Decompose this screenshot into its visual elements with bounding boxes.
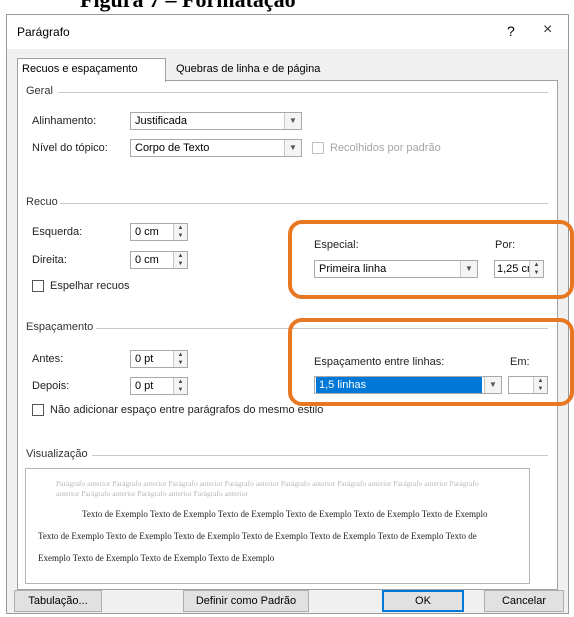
- entre-linhas-label: Espaçamento entre linhas:: [314, 356, 445, 368]
- paragraph-dialog: Parágrafo ? × Recuos e espaçamento Quebr…: [6, 14, 569, 614]
- especial-select[interactable]: Primeira linha ▼: [314, 260, 478, 278]
- especial-value: Primeira linha: [319, 263, 387, 275]
- por-label: Por:: [495, 239, 516, 251]
- ok-button[interactable]: OK: [382, 590, 464, 612]
- chevron-down-icon[interactable]: ▼: [284, 140, 301, 156]
- spinner-buttons[interactable]: ▲ ▼: [173, 351, 187, 367]
- depois-label: Depois:: [32, 380, 70, 392]
- down-arrow-icon[interactable]: ▼: [174, 232, 187, 240]
- preview-sample-line: Exemplo Texto de Exemplo Texto de Exempl…: [38, 553, 275, 563]
- entre-linhas-value: 1,5 linhas: [316, 377, 482, 393]
- up-arrow-icon[interactable]: ▲: [174, 351, 187, 359]
- nivel-topico-label: Nível do tópico:: [32, 142, 108, 154]
- por-spinner[interactable]: 1,25 cm ▲ ▼: [494, 260, 544, 278]
- down-arrow-icon[interactable]: ▼: [174, 386, 187, 394]
- up-arrow-icon[interactable]: ▲: [534, 377, 547, 385]
- spinner-buttons[interactable]: ▲ ▼: [173, 252, 187, 268]
- preview-box: Parágrafo anterior Parágrafo anterior Pa…: [25, 468, 530, 584]
- espelhar-recuos-checkbox[interactable]: [32, 280, 44, 292]
- down-arrow-icon[interactable]: ▼: [174, 359, 187, 367]
- dialog-title: Parágrafo: [17, 25, 70, 39]
- close-button[interactable]: ×: [543, 21, 552, 39]
- nivel-topico-select[interactable]: Corpo de Texto ▼: [130, 139, 302, 157]
- down-arrow-icon[interactable]: ▼: [530, 269, 543, 277]
- depois-value: 0 pt: [135, 380, 154, 392]
- section-title-recuo: Recuo: [26, 196, 58, 208]
- up-arrow-icon[interactable]: ▲: [174, 224, 187, 232]
- up-arrow-icon[interactable]: ▲: [174, 378, 187, 386]
- especial-label: Especial:: [314, 239, 359, 251]
- depois-spinner[interactable]: 0 pt ▲ ▼: [130, 377, 188, 395]
- nao-adicionar-espaco-checkbox[interactable]: [32, 404, 44, 416]
- spinner-buttons[interactable]: ▲ ▼: [529, 261, 543, 277]
- down-arrow-icon[interactable]: ▼: [174, 260, 187, 268]
- divider: [58, 92, 548, 93]
- document-figure-caption: Figura 7 – Formatação: [80, 0, 296, 13]
- dialog-titlebar: Parágrafo ? ×: [7, 15, 568, 49]
- nivel-topico-value: Corpo de Texto: [135, 142, 210, 154]
- divider: [96, 328, 548, 329]
- esquerda-label: Esquerda:: [32, 226, 83, 238]
- recolhidos-label: Recolhidos por padrão: [330, 142, 441, 154]
- em-spinner[interactable]: ▲ ▼: [508, 376, 548, 394]
- recolhidos-checkbox[interactable]: [312, 142, 324, 154]
- definir-padrao-button[interactable]: Definir como Padrão: [183, 590, 309, 612]
- spinner-buttons[interactable]: ▲ ▼: [173, 224, 187, 240]
- esquerda-spinner[interactable]: 0 cm ▲ ▼: [130, 223, 188, 241]
- divider: [60, 203, 548, 204]
- antes-value: 0 pt: [135, 353, 154, 365]
- spinner-buttons[interactable]: ▲ ▼: [173, 378, 187, 394]
- espelhar-recuos-label: Espelhar recuos: [50, 280, 130, 292]
- up-arrow-icon[interactable]: ▲: [174, 252, 187, 260]
- antes-label: Antes:: [32, 353, 64, 365]
- section-title-geral: Geral: [26, 85, 53, 97]
- preview-sample-line: Texto de Exemplo Texto de Exemplo Texto …: [38, 531, 477, 541]
- esquerda-value: 0 cm: [135, 226, 159, 238]
- section-title-espacamento: Espaçamento: [26, 321, 94, 333]
- chevron-down-icon[interactable]: ▼: [484, 377, 501, 393]
- direita-label: Direita:: [32, 254, 67, 266]
- direita-value: 0 cm: [135, 254, 159, 266]
- preview-previous-paragraph: Parágrafo anterior Parágrafo anterior Pa…: [56, 479, 479, 498]
- section-title-visualizacao: Visualização: [26, 448, 88, 460]
- up-arrow-icon[interactable]: ▲: [530, 261, 543, 269]
- entre-linhas-select[interactable]: 1,5 linhas ▼: [314, 376, 502, 394]
- alinhamento-label: Alinhamento:: [32, 115, 97, 127]
- antes-spinner[interactable]: 0 pt ▲ ▼: [130, 350, 188, 368]
- tab-recuos-espacamento[interactable]: Recuos e espaçamento: [17, 58, 166, 82]
- em-label: Em:: [510, 356, 530, 368]
- chevron-down-icon[interactable]: ▼: [460, 261, 477, 277]
- alinhamento-select[interactable]: Justificada ▼: [130, 112, 302, 130]
- tab-quebras-linha-pagina[interactable]: Quebras de linha e de página: [171, 58, 346, 80]
- spinner-buttons[interactable]: ▲ ▼: [533, 377, 547, 393]
- preview-sample-line: Texto de Exemplo Texto de Exemplo Texto …: [82, 509, 488, 519]
- cancelar-button[interactable]: Cancelar: [484, 590, 564, 612]
- nao-adicionar-espaco-label: Não adicionar espaço entre parágrafos do…: [50, 404, 324, 416]
- divider: [92, 455, 548, 456]
- down-arrow-icon[interactable]: ▼: [534, 385, 547, 393]
- chevron-down-icon[interactable]: ▼: [284, 113, 301, 129]
- help-button[interactable]: ?: [507, 23, 515, 39]
- tabulacao-button[interactable]: Tabulação...: [14, 590, 102, 612]
- alinhamento-value: Justificada: [135, 115, 187, 127]
- direita-spinner[interactable]: 0 cm ▲ ▼: [130, 251, 188, 269]
